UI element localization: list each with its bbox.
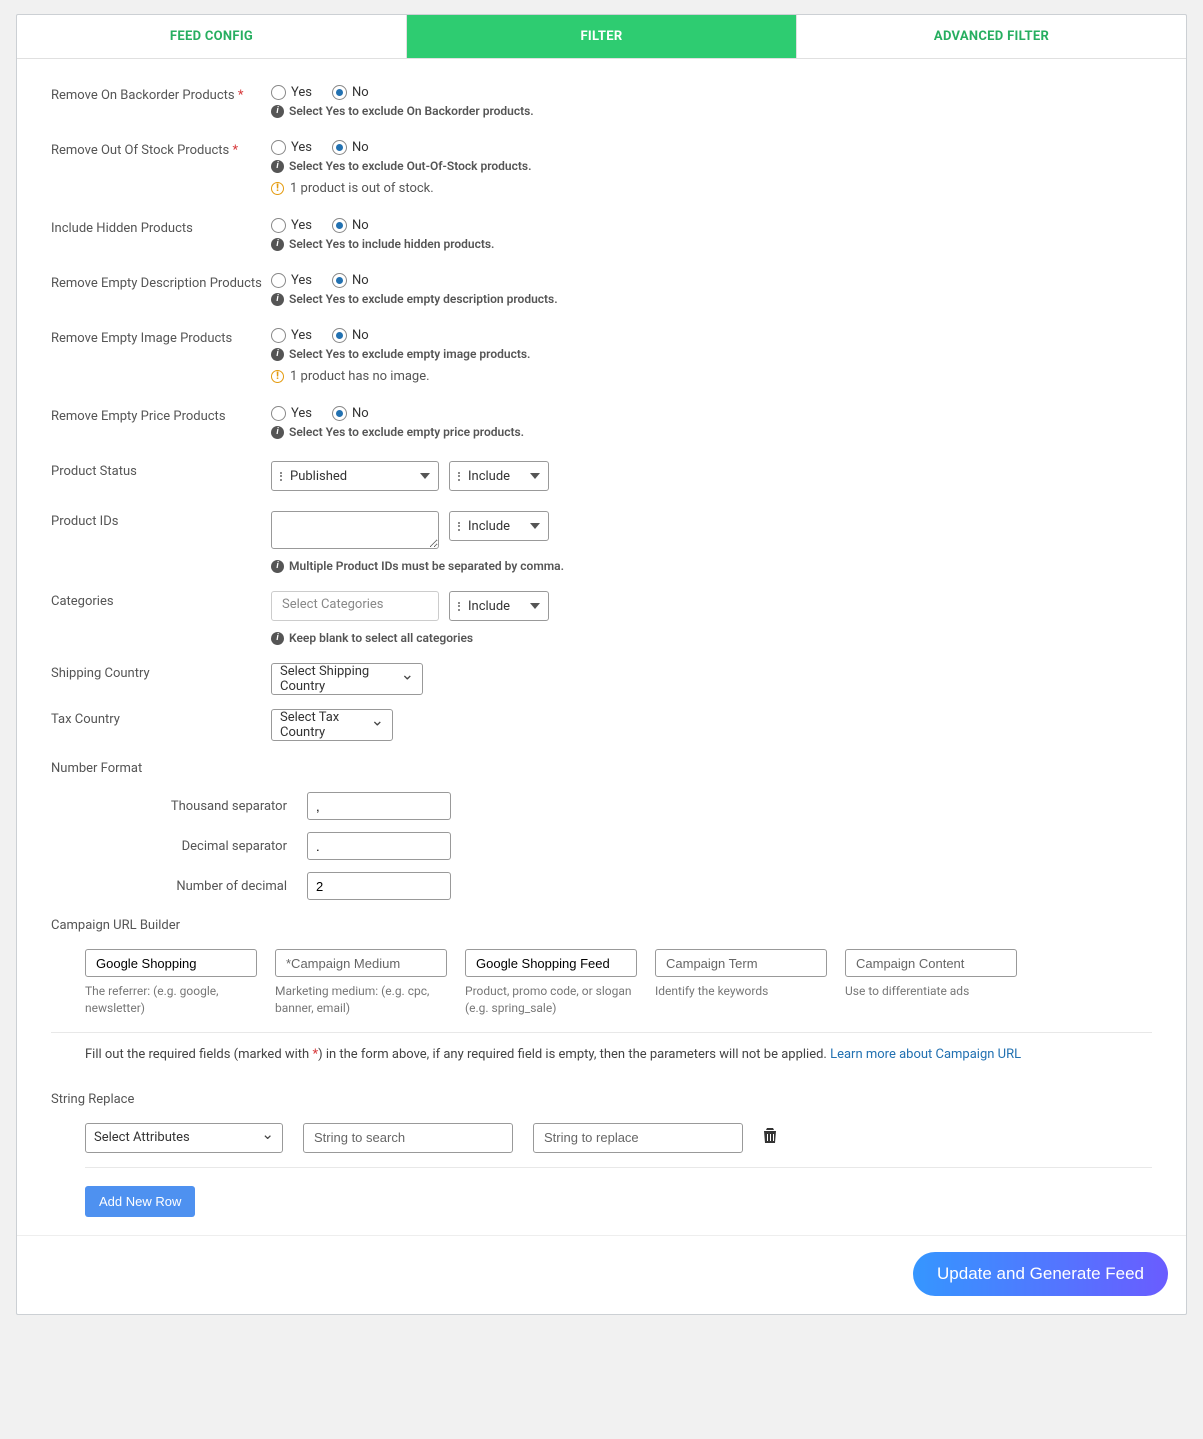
- label-hidden: Include Hidden Products: [51, 218, 271, 236]
- emptydesc-no-radio[interactable]: [332, 273, 347, 288]
- campaign-title: Campaign URL Builder: [51, 918, 1152, 933]
- tabs: FEED CONFIG FILTER ADVANCED FILTER: [17, 15, 1186, 59]
- info-icon: i: [271, 348, 284, 361]
- label-ids: Product IDs: [51, 511, 271, 529]
- label-emptyprice: Remove Empty Price Products: [51, 406, 271, 424]
- campaign-content-input[interactable]: [845, 949, 1017, 977]
- attribute-select[interactable]: Select Attributes: [85, 1123, 283, 1153]
- hidden-help: iSelect Yes to include hidden products.: [271, 237, 1152, 251]
- ids-input[interactable]: [271, 511, 439, 549]
- campaign-term-input[interactable]: [655, 949, 827, 977]
- campaign-medium-help: Marketing medium: (e.g. cpc, banner, ema…: [275, 983, 447, 1018]
- emptyprice-no-radio[interactable]: [332, 406, 347, 421]
- warning-icon: !: [271, 370, 284, 383]
- campaign-name-help: Product, promo code, or slogan (e.g. spr…: [465, 983, 637, 1018]
- add-row-button[interactable]: Add New Row: [85, 1186, 195, 1217]
- update-generate-button[interactable]: Update and Generate Feed: [913, 1252, 1168, 1296]
- campaign-grid: The referrer: (e.g. google, newsletter) …: [85, 949, 1152, 1018]
- tab-feed-config[interactable]: FEED CONFIG: [17, 15, 407, 58]
- campaign-source-input[interactable]: [85, 949, 257, 977]
- number-format-title: Number Format: [51, 761, 1152, 776]
- campaign-source-help: The referrer: (e.g. google, newsletter): [85, 983, 257, 1018]
- replace-string-input[interactable]: [533, 1123, 743, 1153]
- label-emptyimage: Remove Empty Image Products: [51, 328, 271, 346]
- thousand-sep-label: Thousand separator: [51, 799, 307, 814]
- tab-filter[interactable]: FILTER: [407, 15, 797, 58]
- tax-select[interactable]: Select Tax Country: [271, 709, 393, 741]
- hidden-no-radio[interactable]: [332, 218, 347, 233]
- info-icon: i: [271, 293, 284, 306]
- emptyprice-yes-radio[interactable]: [271, 406, 286, 421]
- form-content: Remove On Backorder Products * Yes No iS…: [17, 59, 1186, 1235]
- emptyprice-help: iSelect Yes to exclude empty price produ…: [271, 425, 1152, 439]
- campaign-message: Fill out the required fields (marked wit…: [51, 1043, 1152, 1064]
- search-string-input[interactable]: [303, 1123, 513, 1153]
- categories-input[interactable]: Select Categories: [271, 591, 439, 621]
- warning-icon: !: [271, 182, 284, 195]
- info-icon: i: [271, 426, 284, 439]
- ids-help: iMultiple Product IDs must be separated …: [271, 559, 1152, 573]
- ship-select[interactable]: Select Shipping Country: [271, 663, 423, 695]
- string-replace-title: String Replace: [51, 1092, 1152, 1107]
- campaign-content-help: Use to differentiate ads: [845, 983, 1017, 1000]
- label-backorder: Remove On Backorder Products *: [51, 85, 271, 103]
- decimal-sep-input[interactable]: [307, 832, 451, 860]
- outofstock-warning: !1 product is out of stock.: [271, 181, 1152, 196]
- emptyimage-no-radio[interactable]: [332, 328, 347, 343]
- info-icon: i: [271, 560, 284, 573]
- emptydesc-help: iSelect Yes to exclude empty description…: [271, 292, 1152, 306]
- label-tax: Tax Country: [51, 709, 271, 727]
- info-icon: i: [271, 105, 284, 118]
- status-select[interactable]: Published: [271, 461, 439, 491]
- campaign-learn-more-link[interactable]: Learn more about Campaign URL: [830, 1047, 1021, 1062]
- label-status: Product Status: [51, 461, 271, 479]
- backorder-help: iSelect Yes to exclude On Backorder prod…: [271, 104, 1152, 118]
- thousand-sep-input[interactable]: [307, 792, 451, 820]
- status-mode-select[interactable]: Include: [449, 461, 549, 491]
- backorder-yes-radio[interactable]: [271, 85, 286, 100]
- ids-mode-select[interactable]: Include: [449, 511, 549, 541]
- decimal-sep-label: Decimal separator: [51, 839, 307, 854]
- info-icon: i: [271, 160, 284, 173]
- label-categories: Categories: [51, 591, 271, 609]
- backorder-no-radio[interactable]: [332, 85, 347, 100]
- campaign-term-help: Identify the keywords: [655, 983, 827, 1000]
- label-ship: Shipping Country: [51, 663, 271, 681]
- outofstock-yes-radio[interactable]: [271, 140, 286, 155]
- outofstock-help: iSelect Yes to exclude Out-Of-Stock prod…: [271, 159, 1152, 173]
- label-outofstock: Remove Out Of Stock Products *: [51, 140, 271, 158]
- campaign-medium-input[interactable]: [275, 949, 447, 977]
- info-icon: i: [271, 238, 284, 251]
- emptyimage-warning: !1 product has no image.: [271, 369, 1152, 384]
- campaign-name-input[interactable]: [465, 949, 637, 977]
- trash-icon[interactable]: [763, 1128, 777, 1148]
- tab-advanced-filter[interactable]: ADVANCED FILTER: [797, 15, 1186, 58]
- emptyimage-help: iSelect Yes to exclude empty image produ…: [271, 347, 1152, 361]
- info-icon: i: [271, 632, 284, 645]
- categories-help: iKeep blank to select all categories: [271, 631, 1152, 645]
- filter-panel: FEED CONFIG FILTER ADVANCED FILTER Remov…: [16, 14, 1187, 1315]
- outofstock-no-radio[interactable]: [332, 140, 347, 155]
- emptydesc-yes-radio[interactable]: [271, 273, 286, 288]
- label-emptydesc: Remove Empty Description Products: [51, 273, 271, 291]
- emptyimage-yes-radio[interactable]: [271, 328, 286, 343]
- hidden-yes-radio[interactable]: [271, 218, 286, 233]
- categories-mode-select[interactable]: Include: [449, 591, 549, 621]
- decimal-count-input[interactable]: [307, 872, 451, 900]
- decimal-count-label: Number of decimal: [51, 879, 307, 894]
